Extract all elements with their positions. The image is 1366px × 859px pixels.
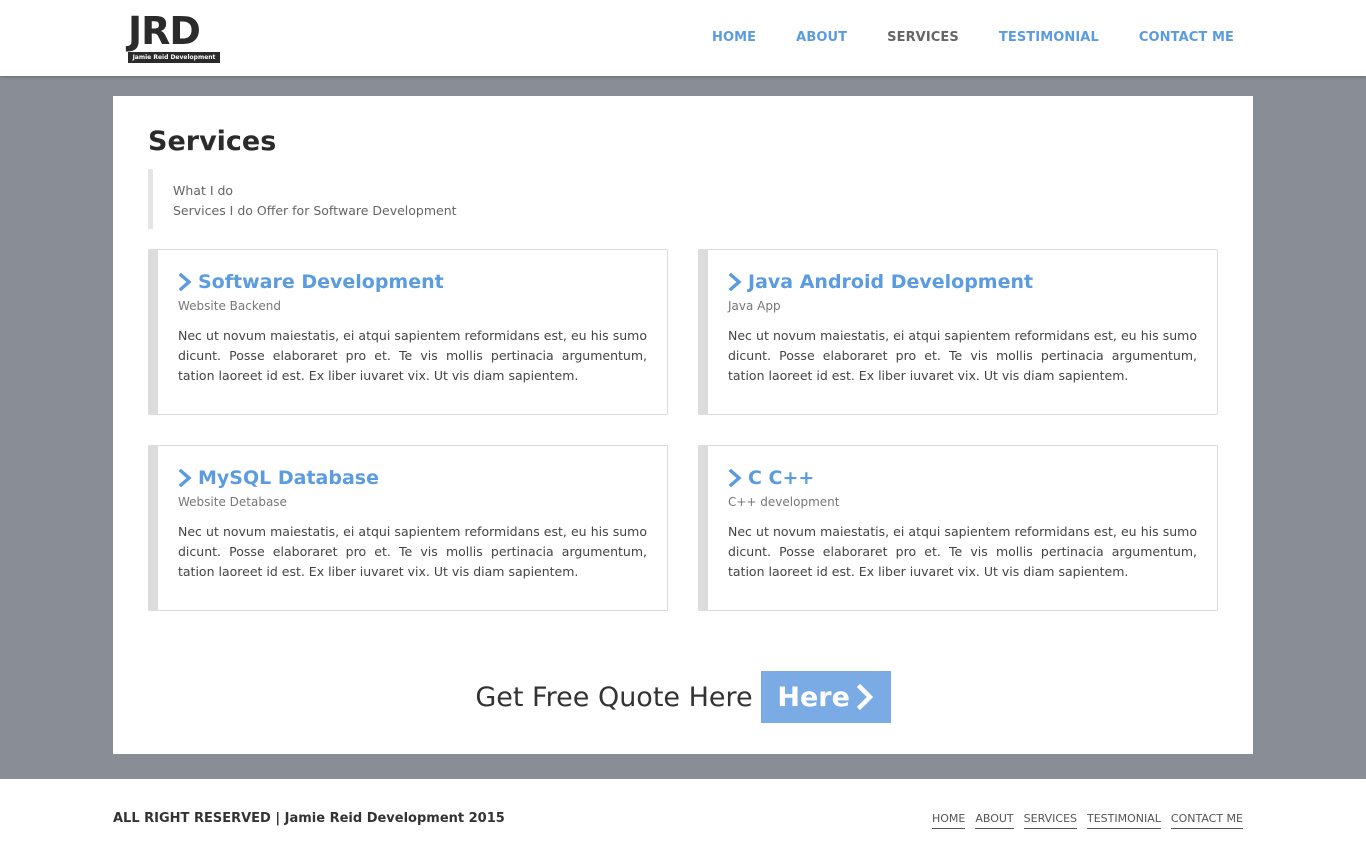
service-subtitle: C++ development (728, 495, 840, 509)
footer-link-contact-me[interactable]: CONTACT ME (1170, 812, 1243, 829)
service-card-c-cpp: C C++ C++ development Nec ut novum maies… (698, 445, 1218, 611)
service-subtitle: Website Detabase (178, 495, 287, 509)
footer-link-testimonial[interactable]: TESTIMONIAL (1087, 812, 1161, 829)
chevron-right-icon (178, 469, 192, 487)
intro-line-2: Services I do Offer for Software Develop… (173, 203, 457, 218)
copyright-text: ALL RIGHT RESERVED | Jamie Reid Developm… (113, 811, 505, 826)
nav-home[interactable]: HOME (712, 29, 756, 47)
chevron-right-icon (178, 273, 192, 291)
quote-button-label: Here (777, 681, 850, 713)
main-nav: HOME ABOUT SERVICES TESTIMONIAL CONTACT … (712, 29, 1234, 47)
service-subtitle: Java App (728, 299, 781, 313)
intro-blockquote: What I do Services I do Offer for Softwa… (148, 169, 548, 229)
chevron-right-icon (728, 469, 742, 487)
footer-link-about[interactable]: ABOUT (975, 812, 1014, 829)
chevron-right-icon (856, 684, 874, 710)
site-header: JRD Jamie Reid Development HOME ABOUT SE… (0, 0, 1366, 76)
nav-about[interactable]: ABOUT (796, 29, 847, 47)
nav-contact-me[interactable]: CONTACT ME (1139, 29, 1234, 47)
service-title[interactable]: Software Development (178, 269, 647, 295)
logo-letters: JRD (128, 9, 201, 53)
service-title-text: C C++ (748, 467, 815, 489)
footer-link-home[interactable]: HOME (931, 812, 966, 829)
service-description: Nec ut novum maiestatis, ei atqui sapien… (178, 328, 647, 383)
service-title[interactable]: Java Android Development (728, 269, 1197, 295)
footer-nav: HOME ABOUT SERVICES TESTIMONIAL CONTACT … (931, 812, 1243, 829)
service-title-text: Java Android Development (748, 271, 1034, 293)
service-card-software-development: Software Development Website Backend Nec… (148, 249, 668, 415)
nav-services[interactable]: SERVICES (887, 29, 959, 47)
service-title[interactable]: C C++ (728, 465, 1197, 491)
intro-line-1: What I do (173, 183, 234, 198)
service-title-text: Software Development (198, 271, 444, 293)
service-subtitle: Website Backend (178, 299, 281, 313)
service-description: Nec ut novum maiestatis, ei atqui sapien… (728, 524, 1197, 579)
service-title-text: MySQL Database (198, 467, 379, 489)
footer-link-services[interactable]: SERVICES (1023, 812, 1077, 829)
service-title[interactable]: MySQL Database (178, 465, 647, 491)
chevron-right-icon (728, 273, 742, 291)
nav-testimonial[interactable]: TESTIMONIAL (999, 29, 1099, 47)
site-logo[interactable]: JRD Jamie Reid Development (128, 12, 220, 64)
quote-text: Get Free Quote Here (475, 681, 753, 713)
service-card-mysql-database: MySQL Database Website Detabase Nec ut n… (148, 445, 668, 611)
page-title: Services (148, 126, 277, 157)
services-panel: Services What I do Services I do Offer f… (113, 96, 1253, 754)
quote-here-button[interactable]: Here (760, 671, 891, 723)
service-description: Nec ut novum maiestatis, ei atqui sapien… (178, 524, 647, 579)
free-quote-cta: Get Free Quote Here Here (113, 671, 1253, 723)
logo-tagline: Jamie Reid Development (128, 52, 220, 63)
site-footer: ALL RIGHT RESERVED | Jamie Reid Developm… (0, 779, 1366, 859)
service-card-java-android: Java Android Development Java App Nec ut… (698, 249, 1218, 415)
service-description: Nec ut novum maiestatis, ei atqui sapien… (728, 328, 1197, 383)
